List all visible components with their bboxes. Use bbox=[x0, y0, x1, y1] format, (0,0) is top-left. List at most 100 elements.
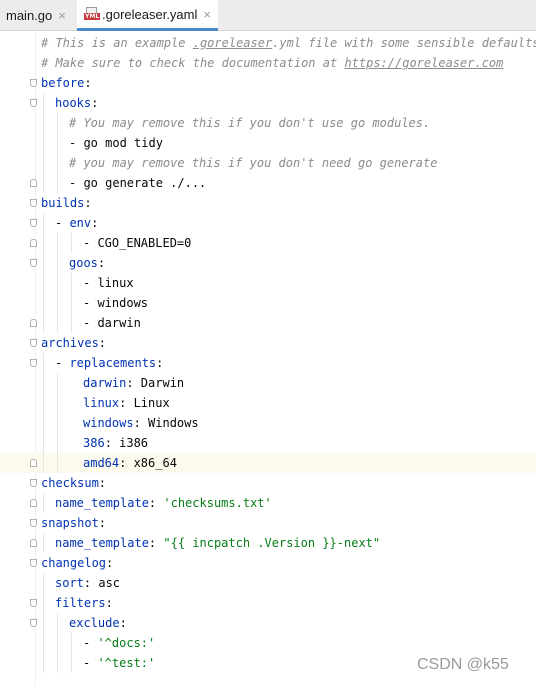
code-text: before: bbox=[41, 73, 92, 93]
code-line[interactable]: - go mod tidy bbox=[0, 133, 536, 153]
code-line[interactable]: archives: bbox=[0, 333, 536, 353]
code-line[interactable]: amd64: x86_64 bbox=[0, 453, 536, 473]
code-line[interactable]: - CGO_ENABLED=0 bbox=[0, 233, 536, 253]
code-token: goos bbox=[69, 256, 98, 270]
fold-marker-icon[interactable] bbox=[30, 259, 37, 267]
code-token: : bbox=[91, 216, 99, 230]
code-line[interactable]: # you may remove this if you don't need … bbox=[0, 153, 536, 173]
code-line[interactable]: - '^docs:' bbox=[0, 633, 536, 653]
code-line[interactable]: 386: i386 bbox=[0, 433, 536, 453]
code-token: - darwin bbox=[83, 316, 141, 330]
code-line[interactable]: checksum: bbox=[0, 473, 536, 493]
indent-guide bbox=[43, 493, 44, 513]
code-token: hooks bbox=[55, 96, 92, 110]
code-text: exclude: bbox=[69, 613, 127, 633]
code-token: name_template bbox=[55, 496, 149, 510]
code-token: : bbox=[91, 96, 99, 110]
code-line[interactable]: - go generate ./... bbox=[0, 173, 536, 193]
code-text: - darwin bbox=[83, 313, 141, 333]
code-line[interactable]: name_template: "{{ incpatch .Version }}-… bbox=[0, 533, 536, 553]
code-text: - go mod tidy bbox=[69, 133, 163, 153]
fold-marker-icon[interactable] bbox=[30, 99, 37, 107]
fold-marker-icon[interactable] bbox=[30, 199, 37, 207]
code-text: name_template: 'checksums.txt' bbox=[55, 493, 272, 513]
fold-marker-icon[interactable] bbox=[30, 619, 37, 627]
code-token: : bbox=[98, 336, 107, 350]
code-token: : bbox=[98, 516, 107, 530]
fold-marker-icon[interactable] bbox=[30, 79, 37, 87]
fold-marker-icon[interactable] bbox=[30, 599, 37, 607]
code-token: exclude bbox=[69, 616, 120, 630]
code-text: # You may remove this if you don't use g… bbox=[69, 113, 430, 133]
fold-marker-icon[interactable] bbox=[30, 459, 37, 467]
code-text: - CGO_ENABLED=0 bbox=[83, 233, 191, 253]
code-token: - bbox=[55, 356, 70, 370]
fold-marker-icon[interactable] bbox=[30, 559, 37, 567]
code-token: filters bbox=[55, 596, 106, 610]
code-line[interactable]: snapshot: bbox=[0, 513, 536, 533]
code-token: https://goreleaser.com bbox=[344, 56, 504, 70]
fold-marker-icon[interactable] bbox=[30, 499, 37, 507]
code-line[interactable]: - replacements: bbox=[0, 353, 536, 373]
fold-marker-icon[interactable] bbox=[30, 519, 37, 527]
code-token: : bbox=[156, 356, 164, 370]
code-token: - go mod tidy bbox=[69, 136, 163, 150]
code-token: # you may remove this if you don't need … bbox=[69, 156, 438, 170]
code-line[interactable]: windows: Windows bbox=[0, 413, 536, 433]
code-line[interactable]: - darwin bbox=[0, 313, 536, 333]
code-line[interactable]: - linux bbox=[0, 273, 536, 293]
tab-main-go[interactable]: main.go × bbox=[0, 0, 74, 31]
code-token: : asc bbox=[83, 576, 121, 590]
code-token: windows bbox=[83, 416, 134, 430]
fold-marker-icon[interactable] bbox=[30, 339, 37, 347]
code-line[interactable]: # You may remove this if you don't use g… bbox=[0, 113, 536, 133]
code-line[interactable]: name_template: 'checksums.txt' bbox=[0, 493, 536, 513]
fold-marker-icon[interactable] bbox=[30, 319, 37, 327]
code-line[interactable]: # This is an example .goreleaser.yml fil… bbox=[0, 33, 536, 53]
code-token: sort bbox=[55, 576, 84, 590]
code-line[interactable]: - windows bbox=[0, 293, 536, 313]
code-token: .goreleaser bbox=[192, 36, 273, 50]
fold-marker-icon[interactable] bbox=[30, 539, 37, 547]
code-line[interactable]: before: bbox=[0, 73, 536, 93]
code-line[interactable]: builds: bbox=[0, 193, 536, 213]
code-line[interactable]: changelog: bbox=[0, 553, 536, 573]
code-token: - windows bbox=[83, 296, 149, 310]
code-line[interactable]: goos: bbox=[0, 253, 536, 273]
code-line[interactable]: hooks: bbox=[0, 93, 536, 113]
code-line[interactable]: darwin: Darwin bbox=[0, 373, 536, 393]
fold-marker-icon[interactable] bbox=[30, 479, 37, 487]
code-line[interactable]: exclude: bbox=[0, 613, 536, 633]
code-text: 386: i386 bbox=[83, 433, 148, 453]
indent-guide bbox=[71, 633, 72, 673]
code-token: '^test:' bbox=[97, 656, 156, 670]
watermark: CSDN @k55 bbox=[417, 656, 509, 673]
fold-marker-icon[interactable] bbox=[30, 219, 37, 227]
code-text: - linux bbox=[83, 273, 134, 293]
code-token: : x86_64 bbox=[119, 456, 177, 470]
code-line[interactable]: # Make sure to check the documentation a… bbox=[0, 53, 536, 73]
code-line[interactable]: sort: asc bbox=[0, 573, 536, 593]
code-token: 'checksums.txt' bbox=[163, 496, 272, 510]
close-icon[interactable]: × bbox=[58, 8, 66, 23]
close-icon[interactable]: × bbox=[203, 7, 211, 22]
code-text: amd64: x86_64 bbox=[83, 453, 177, 473]
code-token: before bbox=[41, 76, 85, 90]
code-text: - go generate ./... bbox=[69, 173, 206, 193]
fold-marker-icon[interactable] bbox=[30, 239, 37, 247]
code-token: amd64 bbox=[83, 456, 120, 470]
code-line[interactable]: - env: bbox=[0, 213, 536, 233]
code-token: '^docs:' bbox=[97, 636, 156, 650]
code-token: : bbox=[148, 496, 164, 510]
code-text: name_template: "{{ incpatch .Version }}-… bbox=[55, 533, 380, 553]
code-line[interactable]: linux: Linux bbox=[0, 393, 536, 413]
code-text: # you may remove this if you don't need … bbox=[69, 153, 437, 173]
fold-marker-icon[interactable] bbox=[30, 179, 37, 187]
code-editor[interactable]: # This is an example .goreleaser.yml fil… bbox=[0, 31, 536, 686]
tab-goreleaser-yaml[interactable]: YML .goreleaser.yaml × bbox=[77, 0, 218, 31]
indent-guide bbox=[43, 353, 44, 473]
code-line[interactable]: filters: bbox=[0, 593, 536, 613]
code-token: snapshot bbox=[41, 516, 99, 530]
fold-marker-icon[interactable] bbox=[30, 359, 37, 367]
editor-tab-bar: main.go × YML .goreleaser.yaml × bbox=[0, 0, 536, 31]
